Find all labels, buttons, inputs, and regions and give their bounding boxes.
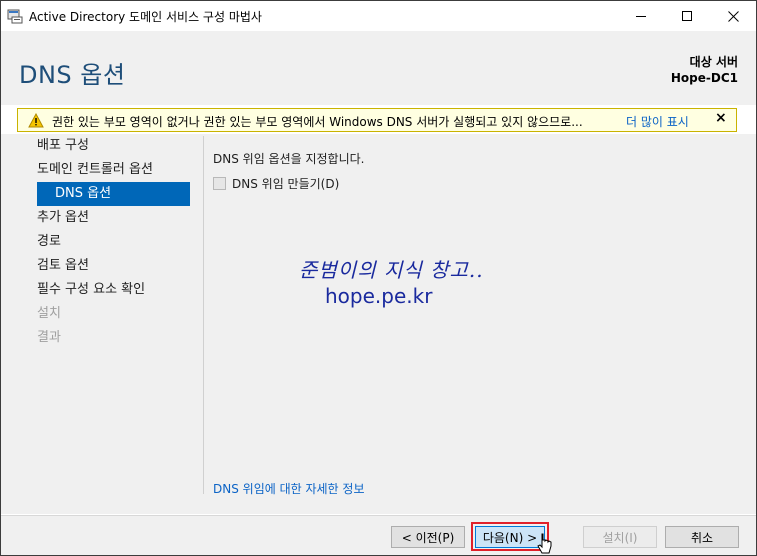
- nav-item-review-options[interactable]: 검토 옵션: [37, 254, 89, 278]
- cancel-button[interactable]: 취소: [665, 526, 739, 548]
- minimize-button[interactable]: [618, 1, 664, 31]
- target-server-label: 대상 서버: [689, 55, 738, 69]
- wizard-content: 배포 구성 도메인 컨트롤러 옵션 DNS 옵션 추가 옵션 경로 검토 옵션 …: [1, 134, 756, 514]
- ad-wizard-icon: [7, 9, 23, 24]
- nav-divider: [203, 136, 204, 494]
- watermark-url: hope.pe.kr: [325, 284, 433, 308]
- target-server-value: Hope-DC1: [670, 71, 738, 85]
- install-button: 설치(I): [583, 526, 657, 548]
- dns-delegation-info-link[interactable]: DNS 위임에 대한 자세한 정보: [213, 480, 365, 497]
- close-icon: [727, 10, 739, 22]
- show-more-link[interactable]: 더 많이 표시: [626, 113, 689, 130]
- wizard-footer: < 이전(P) 다음(N) > 설치(I) 취소: [1, 516, 756, 555]
- maximize-button[interactable]: [664, 1, 710, 31]
- warning-close-icon[interactable]: ×: [715, 110, 727, 126]
- dns-options-description: DNS 위임 옵션을 지정합니다.: [213, 152, 365, 166]
- title-bar: Active Directory 도메인 서비스 구성 마법사: [1, 1, 756, 31]
- window-title: Active Directory 도메인 서비스 구성 마법사: [29, 10, 262, 24]
- wizard-header: DNS 옵션 대상 서버 Hope-DC1: [1, 31, 756, 105]
- step-navigation: 배포 구성 도메인 컨트롤러 옵션 DNS 옵션 추가 옵션 경로 검토 옵션 …: [1, 134, 191, 496]
- maximize-icon: [682, 11, 692, 21]
- nav-item-dc-options[interactable]: 도메인 컨트롤러 옵션: [37, 158, 153, 182]
- nav-item-additional-options[interactable]: 추가 옵션: [37, 206, 89, 230]
- warning-bar: 권한 있는 부모 영역이 없거나 권한 있는 부모 영역에서 Windows D…: [17, 108, 737, 132]
- wizard-window: Active Directory 도메인 서비스 구성 마법사 DNS 옵션 대…: [0, 0, 757, 556]
- mouse-pointer-icon: [537, 533, 552, 554]
- nav-item-prerequisites-check[interactable]: 필수 구성 요소 확인: [37, 278, 145, 302]
- warning-icon: [28, 113, 44, 128]
- dns-delegation-label: DNS 위임 만들기(D): [232, 177, 340, 191]
- previous-button[interactable]: < 이전(P): [391, 526, 465, 548]
- close-button[interactable]: [710, 1, 756, 31]
- minimize-icon: [636, 15, 646, 17]
- nav-item-installation: 설치: [37, 306, 61, 321]
- nav-item-dns-options[interactable]: DNS 옵션: [37, 182, 190, 206]
- dns-delegation-checkbox[interactable]: [213, 177, 226, 190]
- watermark-text: 준범이의 지식 창고..: [299, 258, 484, 282]
- next-button[interactable]: 다음(N) >: [475, 526, 545, 548]
- page-title: DNS 옵션: [19, 61, 126, 89]
- dns-delegation-option[interactable]: DNS 위임 만들기(D): [213, 175, 339, 192]
- nav-item-deployment-config[interactable]: 배포 구성: [37, 134, 89, 158]
- main-panel: DNS 위임 옵션을 지정합니다. DNS 위임 만들기(D) 준범이의 지식 …: [213, 134, 743, 496]
- warning-text: 권한 있는 부모 영역이 없거나 권한 있는 부모 영역에서 Windows D…: [52, 115, 583, 129]
- nav-item-paths[interactable]: 경로: [37, 230, 61, 254]
- nav-item-results: 결과: [37, 330, 61, 345]
